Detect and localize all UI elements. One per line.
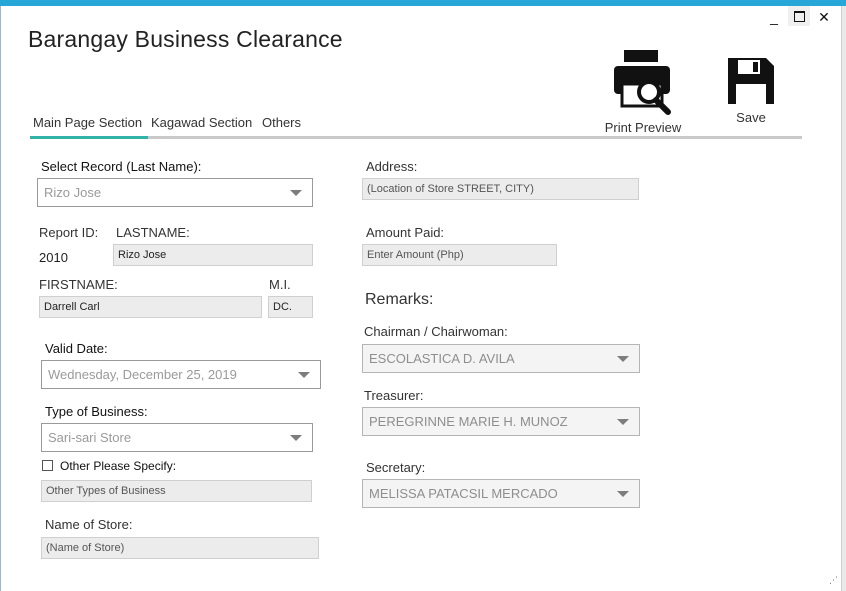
valid-date-value: Wednesday, December 25, 2019 [48, 367, 237, 382]
window-title: Barangay Business Clearance [28, 26, 343, 52]
report-id-value: 2010 [39, 250, 68, 265]
valid-date-label: Valid Date: [45, 341, 108, 356]
amount-paid-field[interactable]: Enter Amount (Php) [362, 244, 557, 266]
other-types-placeholder: Other Types of Business [46, 485, 166, 497]
treasurer-dropdown[interactable]: PEREGRINNE MARIE H. MUNOZ [362, 407, 640, 436]
tab-main-page-section[interactable]: Main Page Section [33, 115, 142, 130]
save-button[interactable]: Save [716, 56, 786, 125]
secretary-value: MELISSA PATACSIL MERCADO [369, 486, 558, 501]
firstname-field[interactable]: Darrell Carl [39, 296, 262, 318]
type-of-business-dropdown[interactable]: Sari-sari Store [41, 423, 313, 452]
name-of-store-label: Name of Store: [45, 517, 133, 532]
resize-grip-icon[interactable]: ⋰ [829, 576, 838, 585]
other-specify-label: Other Please Specify: [60, 459, 177, 473]
window-right-border [841, 6, 846, 591]
treasurer-label: Treasurer: [364, 388, 424, 403]
type-of-business-label: Type of Business: [45, 404, 148, 419]
chevron-down-icon [290, 189, 302, 196]
type-of-business-value: Sari-sari Store [48, 430, 132, 445]
tab-others[interactable]: Others [262, 115, 301, 130]
mi-field[interactable]: DC. [268, 296, 313, 318]
chairman-value: ESCOLASTICA D. AVILA [369, 351, 515, 366]
maximize-button[interactable] [788, 6, 810, 26]
select-record-label: Select Record (Last Name): [41, 159, 202, 174]
address-label: Address: [366, 159, 418, 174]
chairman-label: Chairman / Chairwoman: [364, 324, 508, 339]
chairman-dropdown[interactable]: ESCOLASTICA D. AVILA [362, 344, 640, 373]
name-of-store-field[interactable]: (Name of Store) [41, 537, 319, 559]
select-record-dropdown[interactable]: Rizo Jose [37, 178, 313, 207]
window-left-border [0, 6, 1, 591]
close-button[interactable]: ✕ [813, 7, 835, 27]
firstname-value: Darrell Carl [44, 301, 100, 313]
lastname-label: LASTNAME: [116, 225, 190, 240]
firstname-label: FIRSTNAME: [39, 277, 118, 292]
report-id-label: Report ID: [39, 225, 99, 240]
name-of-store-placeholder: (Name of Store) [46, 542, 125, 554]
print-preview-label: Print Preview [604, 120, 682, 135]
amount-placeholder: Enter Amount (Php) [367, 249, 464, 261]
print-preview-button[interactable]: Print Preview [598, 48, 688, 135]
chevron-down-icon [617, 418, 629, 425]
chevron-down-icon [617, 490, 629, 497]
save-label: Save [736, 110, 766, 125]
tab-active-indicator [30, 136, 148, 139]
chevron-down-icon [290, 434, 302, 441]
amount-paid-label: Amount Paid: [366, 225, 445, 240]
lastname-field[interactable]: Rizo Jose [113, 244, 313, 266]
printer-search-icon [614, 50, 671, 115]
mi-label: M.I. [269, 277, 291, 292]
other-specify-checkbox[interactable] [42, 460, 53, 471]
minimize-button[interactable]: _ [763, 7, 785, 27]
other-types-field[interactable]: Other Types of Business [41, 480, 312, 502]
floppy-disk-icon [728, 58, 774, 104]
address-placeholder: (Location of Store STREET, CITY) [367, 183, 534, 195]
secretary-dropdown[interactable]: MELISSA PATACSIL MERCADO [362, 479, 640, 508]
treasurer-value: PEREGRINNE MARIE H. MUNOZ [369, 414, 568, 429]
select-record-value: Rizo Jose [44, 185, 102, 200]
address-field[interactable]: (Location of Store STREET, CITY) [362, 178, 639, 200]
chevron-down-icon [617, 355, 629, 362]
secretary-label: Secretary: [366, 460, 426, 475]
valid-date-picker[interactable]: Wednesday, December 25, 2019 [41, 360, 321, 389]
window-top-border [0, 0, 846, 6]
remarks-label: Remarks: [365, 291, 434, 308]
mi-value: DC. [273, 301, 292, 313]
chevron-down-icon [298, 371, 310, 378]
tab-kagawad-section[interactable]: Kagawad Section [151, 115, 252, 130]
lastname-value: Rizo Jose [118, 249, 167, 261]
maximize-icon [793, 11, 805, 22]
